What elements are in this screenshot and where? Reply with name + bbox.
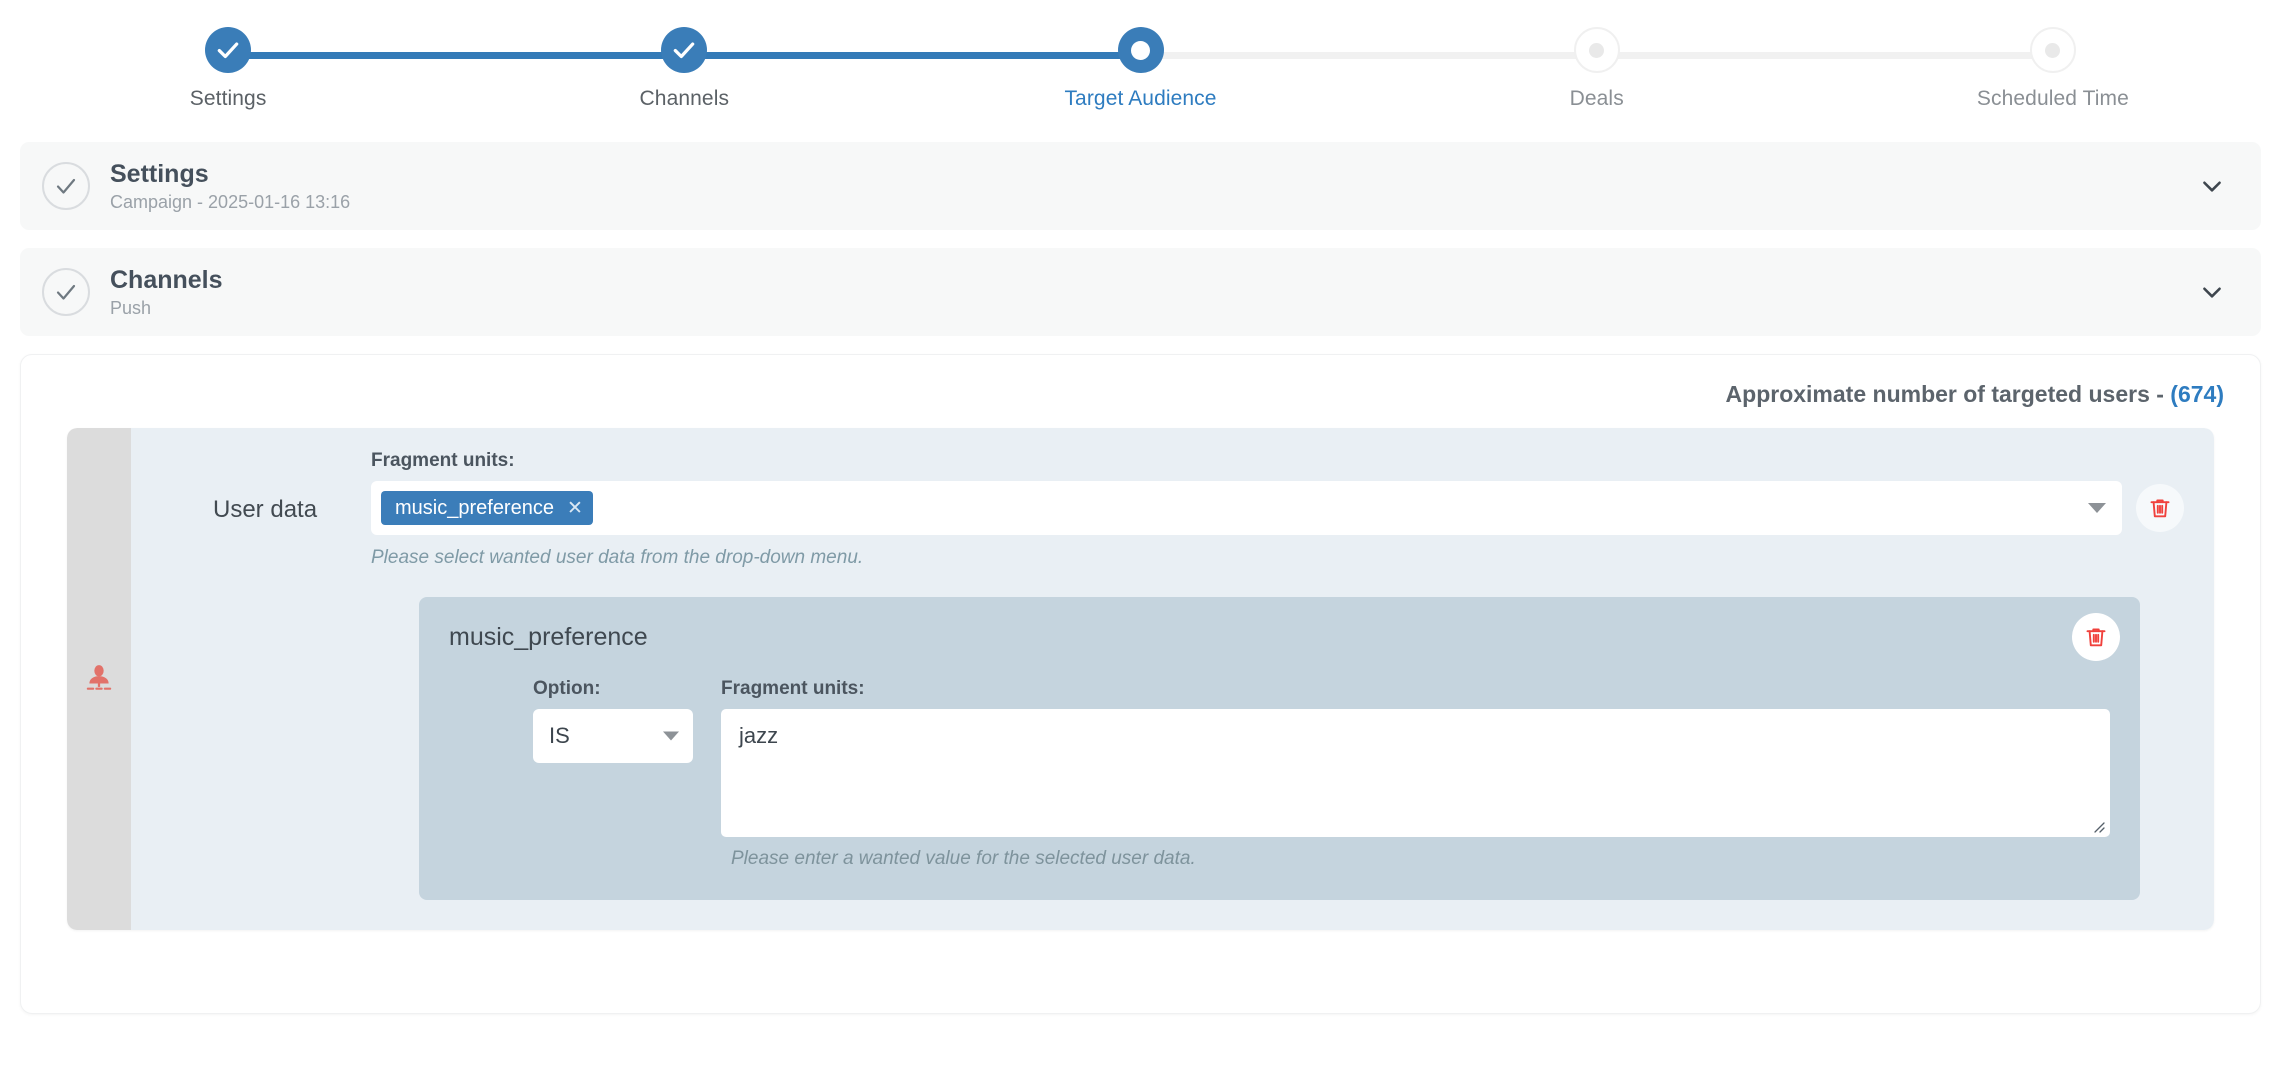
section-channels-subtitle: Push: [110, 298, 223, 319]
condition-card-music-preference: music_preference: [419, 597, 2140, 900]
collapsed-sections: Settings Campaign - 2025-01-16 13:16 Cha…: [0, 142, 2281, 336]
section-channels[interactable]: Channels Push: [20, 248, 2261, 336]
chevron-down-icon: [2199, 279, 2225, 305]
chevron-down-icon[interactable]: [2088, 503, 2106, 513]
section-channels-toggle[interactable]: [2189, 269, 2235, 315]
section-settings-toggle[interactable]: [2189, 163, 2235, 209]
check-circle-icon: [42, 268, 90, 316]
condition-value-label: Fragment units:: [721, 678, 2110, 700]
chevron-down-icon: [2199, 173, 2225, 199]
step-bullet-target-audience: [1118, 27, 1164, 73]
condition-title: music_preference: [449, 623, 2110, 652]
dot-icon: [1589, 43, 1604, 58]
condition-option-label: Option:: [533, 678, 693, 700]
step-bullet-deals: [1574, 27, 1620, 73]
condition-value-text: jazz: [739, 723, 778, 748]
fragment-units-label: Fragment units:: [371, 450, 2184, 472]
condition-value-field: Fragment units: jazz Please enter a want…: [721, 678, 2110, 870]
step-label-target-audience: Target Audience: [1064, 87, 1216, 111]
fragment-row: User data Fragment units: music_preferen…: [67, 428, 2214, 930]
condition-option-value: IS: [549, 723, 570, 749]
step-label-channels: Channels: [640, 87, 730, 111]
approximate-users-row: Approximate number of targeted users - (…: [49, 381, 2232, 408]
trash-icon: [2148, 496, 2172, 520]
condition-fields: Option: IS Fragment units: jazz: [449, 678, 2110, 870]
dot-icon: [2045, 43, 2060, 58]
resize-handle-icon[interactable]: [2088, 816, 2106, 834]
trash-icon: [2084, 625, 2108, 649]
wizard-stepper: Settings Channels Target Audience: [0, 0, 2281, 142]
step-deals[interactable]: Deals: [1369, 0, 1825, 111]
stepper-track: Settings Channels Target Audience: [0, 0, 2281, 111]
condition-option-field: Option: IS: [533, 678, 693, 763]
close-icon[interactable]: ✕: [567, 499, 583, 518]
approximate-users-label: Approximate number of targeted users -: [1726, 381, 2171, 407]
condition-helper-text: Please enter a wanted value for the sele…: [721, 848, 2110, 870]
step-bullet-channels: [661, 27, 707, 73]
section-settings-title: Settings: [110, 160, 350, 189]
section-channels-title: Channels: [110, 266, 223, 295]
check-icon: [671, 37, 697, 63]
delete-condition-button[interactable]: [2072, 613, 2120, 661]
user-data-label: User data: [161, 450, 371, 524]
check-circle-icon: [42, 162, 90, 210]
chip-label: music_preference: [395, 498, 554, 518]
dot-icon: [1131, 41, 1150, 60]
chevron-down-icon[interactable]: [663, 732, 679, 741]
section-settings-subtitle: Campaign - 2025-01-16 13:16: [110, 192, 350, 213]
step-bullet-scheduled-time: [2030, 27, 2076, 73]
approximate-users-count: (674): [2170, 381, 2224, 407]
check-icon: [215, 37, 241, 63]
section-settings-text: Settings Campaign - 2025-01-16 13:16: [110, 160, 350, 212]
step-settings[interactable]: Settings: [0, 0, 456, 111]
user-data-field: Fragment units: music_preference ✕: [371, 450, 2184, 569]
condition-option-select[interactable]: IS: [533, 709, 693, 763]
step-target-audience[interactable]: Target Audience: [912, 0, 1368, 111]
target-audience-panel: Approximate number of targeted users - (…: [20, 354, 2261, 1014]
user-data-line: User data Fragment units: music_preferen…: [161, 450, 2184, 569]
chip-music-preference[interactable]: music_preference ✕: [381, 491, 593, 525]
step-label-settings: Settings: [190, 87, 267, 111]
step-label-deals: Deals: [1570, 87, 1624, 111]
section-settings[interactable]: Settings Campaign - 2025-01-16 13:16: [20, 142, 2261, 230]
fragment-body: User data Fragment units: music_preferen…: [131, 428, 2214, 930]
user-data-icon: [82, 662, 116, 696]
user-data-select-row: music_preference ✕: [371, 481, 2184, 535]
step-scheduled-time[interactable]: Scheduled Time: [1825, 0, 2281, 111]
user-data-helper-text: Please select wanted user data from the …: [371, 547, 2184, 569]
user-data-select[interactable]: music_preference ✕: [371, 481, 2122, 535]
step-channels[interactable]: Channels: [456, 0, 912, 111]
step-label-scheduled-time: Scheduled Time: [1977, 87, 2129, 111]
condition-value-textarea[interactable]: jazz: [721, 709, 2110, 837]
campaign-wizard-page: Settings Channels Target Audience: [0, 0, 2281, 1073]
fragment-rail: [67, 428, 131, 930]
delete-fragment-button[interactable]: [2136, 484, 2184, 532]
section-channels-text: Channels Push: [110, 266, 223, 318]
step-bullet-settings: [205, 27, 251, 73]
